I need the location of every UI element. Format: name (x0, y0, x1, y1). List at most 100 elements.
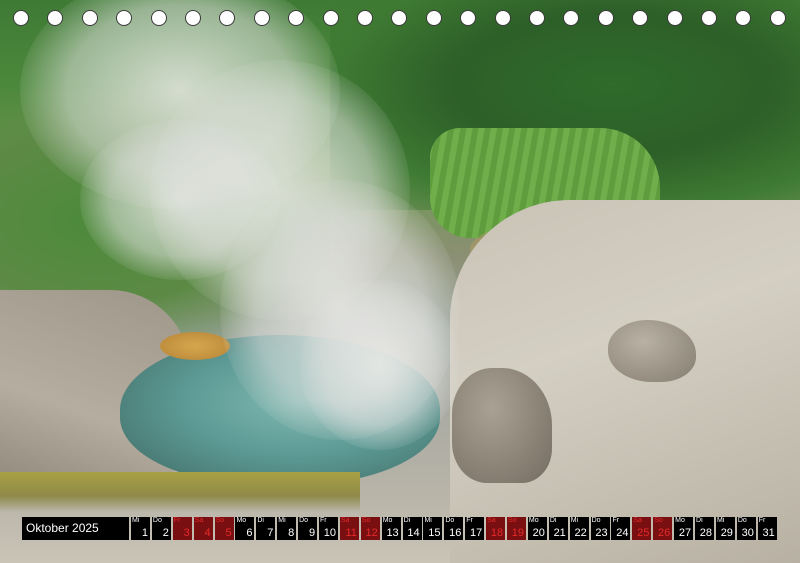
weekday-label: Mi (424, 517, 432, 524)
day-cell: Di 28 (695, 517, 715, 540)
sulfur-deposit (160, 332, 230, 360)
binding-hole (632, 10, 649, 26)
day-cell: Sa 11 (339, 517, 359, 540)
day-number: 5 (225, 527, 232, 539)
day-cell: Di 14 (402, 517, 422, 540)
day-number: 31 (762, 527, 775, 539)
day-number: 18 (490, 527, 504, 539)
day-cell: Mo 13 (381, 517, 401, 540)
day-cell: Fr 24 (611, 517, 631, 540)
month-label: Oktober 2025 (22, 517, 129, 540)
day-number: 9 (309, 527, 316, 539)
day-number: 26 (658, 527, 671, 539)
day-cell: Di 21 (548, 517, 568, 540)
day-number: 29 (720, 527, 733, 539)
weekday-label: So (361, 517, 371, 524)
binding-hole (666, 10, 683, 26)
day-number: 11 (345, 527, 357, 539)
weekday-label: So (654, 517, 663, 524)
day-cell: So 26 (653, 517, 673, 540)
calendar-strip: Oktober 2025 Mi 1 Do 2 Fr 3 Sa 4 So 5 Mo 6 Di 7 Mi 8 Do 9… (22, 517, 779, 540)
day-cell: Mi 29 (715, 517, 735, 540)
weekday-label: Mo (236, 517, 247, 524)
steam-cloud (300, 280, 460, 450)
day-cell: So 5 (214, 517, 234, 540)
day-cell: So 19 (507, 517, 527, 540)
binding-hole (460, 10, 477, 26)
binding-holes (13, 10, 793, 28)
weekday-label: Do (299, 517, 309, 524)
weekday-label: Sa (340, 517, 350, 524)
day-number: 27 (678, 527, 692, 539)
binding-hole (735, 10, 752, 26)
day-cell: Do 16 (444, 517, 464, 540)
weekday-label: Di (549, 517, 557, 524)
binding-hole (701, 10, 717, 26)
day-cell: Mi 15 (423, 517, 443, 540)
day-number: 17 (470, 527, 483, 539)
day-number: 1 (141, 527, 148, 539)
day-cell: Mi 1 (131, 517, 150, 540)
weekday-label: Fr (612, 517, 620, 524)
binding-hole (425, 10, 442, 26)
weekday-label: Do (591, 517, 601, 524)
weekday-label: Mi (132, 517, 140, 524)
day-number: 28 (699, 527, 713, 539)
day-cell: Do 2 (151, 517, 171, 540)
weekday-label: Do (445, 517, 455, 524)
weekday-label: Mi (716, 517, 725, 524)
weekday-label: Mo (528, 517, 539, 524)
weekday-label: Sa (194, 517, 204, 524)
day-cell: Sa 25 (632, 517, 652, 540)
weekday-label: Do (152, 517, 162, 524)
day-number: 13 (386, 527, 399, 539)
day-number: 30 (741, 527, 754, 539)
day-number: 24 (616, 527, 629, 539)
binding-hole (150, 10, 167, 26)
day-number: 15 (428, 527, 441, 539)
day-number: 12 (365, 527, 378, 539)
binding-hole (563, 10, 580, 26)
day-cell: Fr 17 (465, 517, 485, 540)
day-cell: Di 7 (256, 517, 276, 540)
day-cell: Mi 8 (277, 517, 297, 540)
day-number: 19 (511, 527, 525, 539)
weekday-label: Mo (382, 517, 393, 524)
weekday-label: So (508, 517, 517, 524)
binding-hole (47, 10, 64, 26)
weekday-label: Sa (487, 517, 496, 524)
day-cell: Sa 4 (193, 517, 213, 540)
binding-hole (769, 10, 786, 26)
day-number: 14 (407, 527, 420, 539)
weekday-label: Mi (278, 517, 286, 524)
day-cell: Do 23 (590, 517, 610, 540)
binding-hole (219, 10, 236, 26)
day-number: 4 (204, 527, 211, 539)
weekday-label: Fr (466, 517, 473, 524)
day-cell: Mo 27 (674, 517, 694, 540)
weekday-label: Do (737, 517, 747, 524)
day-number: 8 (288, 527, 295, 539)
weekday-label: Fr (758, 517, 766, 524)
weekday-label: Sa (633, 517, 642, 524)
binding-hole (597, 10, 614, 26)
day-number: 10 (323, 527, 337, 539)
binding-hole (357, 10, 373, 26)
calendar-page: Oktober 2025 Mi 1 Do 2 Fr 3 Sa 4 So 5 Mo 6 Di 7 Mi 8 Do 9… (0, 0, 800, 563)
day-number: 21 (553, 527, 566, 539)
binding-hole (288, 10, 305, 26)
day-cell: Fr 3 (172, 517, 192, 540)
weekday-label: Mo (675, 517, 685, 524)
binding-hole (185, 10, 201, 26)
weekday-label: Di (403, 517, 411, 524)
day-cell: Mo 20 (527, 517, 547, 540)
day-number: 22 (574, 527, 587, 539)
day-cell: So 12 (360, 517, 380, 540)
binding-hole (81, 10, 98, 26)
day-number: 3 (183, 527, 190, 539)
binding-hole (116, 10, 133, 26)
boulder-front (452, 368, 552, 483)
day-cell: Do 30 (736, 517, 756, 540)
day-number: 16 (449, 527, 462, 539)
binding-hole (391, 10, 408, 26)
